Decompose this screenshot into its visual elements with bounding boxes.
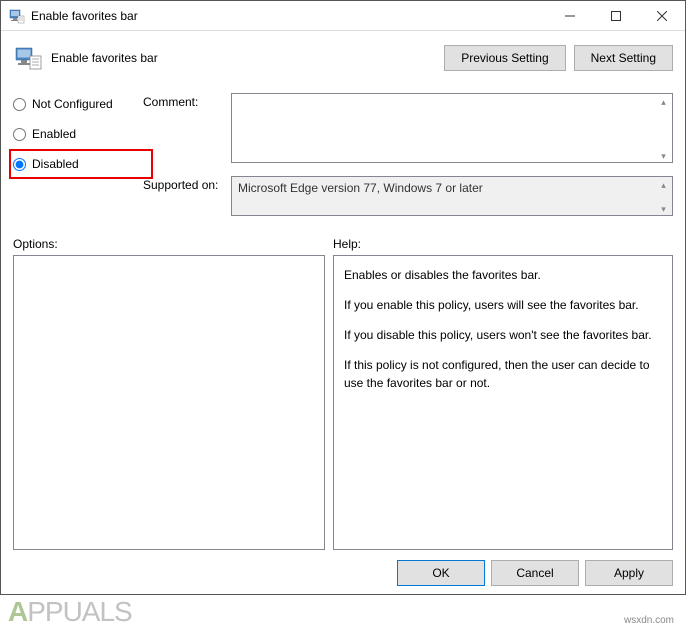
nav-buttons: Previous Setting Next Setting xyxy=(444,45,673,71)
radio-disabled-input[interactable] xyxy=(13,158,26,171)
apply-button[interactable]: Apply xyxy=(585,560,673,586)
supported-label: Supported on: xyxy=(143,176,231,192)
brand-logo: APPUALS xyxy=(8,596,132,628)
highlight-box: Disabled xyxy=(9,149,153,179)
radio-disabled-label: Disabled xyxy=(32,157,79,171)
previous-setting-button[interactable]: Previous Setting xyxy=(444,45,565,71)
next-setting-button[interactable]: Next Setting xyxy=(574,45,673,71)
policy-icon xyxy=(9,8,25,24)
watermark-text: wsxdn.com xyxy=(624,615,674,626)
panels-row: Enables or disables the favorites bar. I… xyxy=(13,255,673,550)
radio-not-configured-label: Not Configured xyxy=(32,97,113,111)
help-text: If you disable this policy, users won't … xyxy=(344,326,662,344)
supported-row: Supported on: ▴ ▾ xyxy=(143,176,673,219)
cancel-button[interactable]: Cancel xyxy=(491,560,579,586)
content-area: Enable favorites bar Previous Setting Ne… xyxy=(1,31,685,594)
options-panel[interactable] xyxy=(13,255,325,550)
radio-enabled[interactable]: Enabled xyxy=(13,125,143,143)
radio-enabled-label: Enabled xyxy=(32,127,76,141)
radio-enabled-input[interactable] xyxy=(13,128,26,141)
help-label: Help: xyxy=(333,237,361,251)
radio-not-configured[interactable]: Not Configured xyxy=(13,95,143,113)
help-panel[interactable]: Enables or disables the favorites bar. I… xyxy=(333,255,673,550)
panel-labels: Options: Help: xyxy=(13,237,673,251)
header-row: Enable favorites bar Previous Setting Ne… xyxy=(13,41,673,75)
policy-name: Enable favorites bar xyxy=(51,51,444,65)
help-text: If you enable this policy, users will se… xyxy=(344,296,662,314)
close-button[interactable] xyxy=(639,1,685,30)
maximize-button[interactable] xyxy=(593,1,639,30)
help-text: Enables or disables the favorites bar. xyxy=(344,266,662,284)
window-controls xyxy=(547,1,685,30)
comment-row: Comment: ▴ ▾ xyxy=(143,93,673,166)
minimize-button[interactable] xyxy=(547,1,593,30)
help-text: If this policy is not configured, then t… xyxy=(344,356,662,392)
titlebar: Enable favorites bar xyxy=(1,1,685,31)
settings-row: Not Configured Enabled Disabled Comment: xyxy=(13,93,673,219)
options-label: Options: xyxy=(13,237,333,251)
ok-button[interactable]: OK xyxy=(397,560,485,586)
footer-buttons: OK Cancel Apply xyxy=(13,550,673,586)
supported-on-box xyxy=(231,176,673,216)
state-radio-group: Not Configured Enabled Disabled xyxy=(13,93,143,219)
comment-input[interactable] xyxy=(231,93,673,163)
fields-column: Comment: ▴ ▾ Supported on: ▴ xyxy=(143,93,673,219)
dialog-window: Enable favorites bar xyxy=(0,0,686,595)
policy-header-icon xyxy=(13,44,45,72)
comment-label: Comment: xyxy=(143,93,231,109)
radio-not-configured-input[interactable] xyxy=(13,98,26,111)
window-title: Enable favorites bar xyxy=(31,9,547,23)
radio-disabled[interactable]: Disabled xyxy=(13,155,143,173)
